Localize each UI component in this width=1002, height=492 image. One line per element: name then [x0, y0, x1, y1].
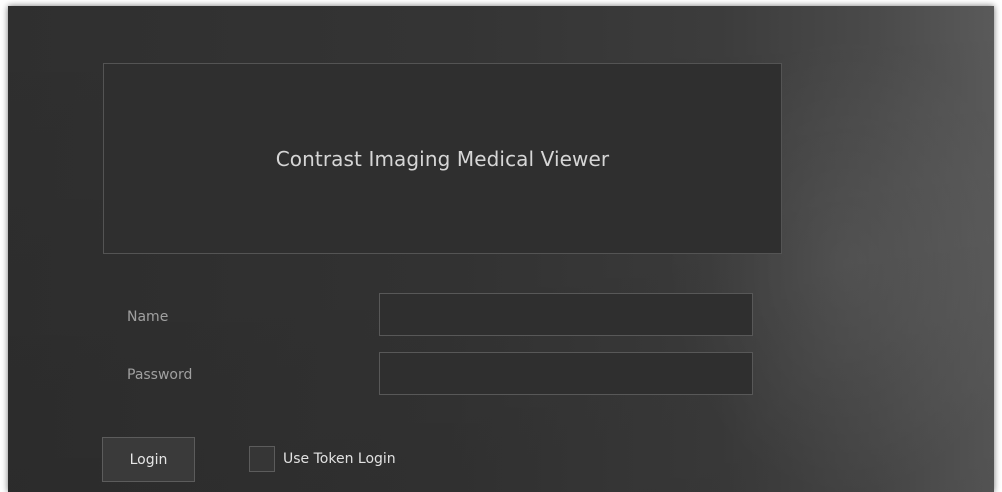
login-button[interactable]: Login	[102, 437, 195, 482]
password-label: Password	[127, 367, 193, 383]
token-login-label: Use Token Login	[283, 451, 396, 467]
title-banner: Contrast Imaging Medical Viewer	[103, 63, 782, 254]
name-label: Name	[127, 309, 169, 325]
token-login-toggle[interactable]: Use Token Login	[249, 446, 396, 472]
app-title: Contrast Imaging Medical Viewer	[275, 146, 610, 171]
password-input[interactable]	[379, 352, 753, 395]
token-login-checkbox[interactable]	[249, 446, 275, 472]
login-window: Contrast Imaging Medical Viewer Name Pas…	[8, 6, 994, 492]
name-input[interactable]	[379, 293, 753, 336]
